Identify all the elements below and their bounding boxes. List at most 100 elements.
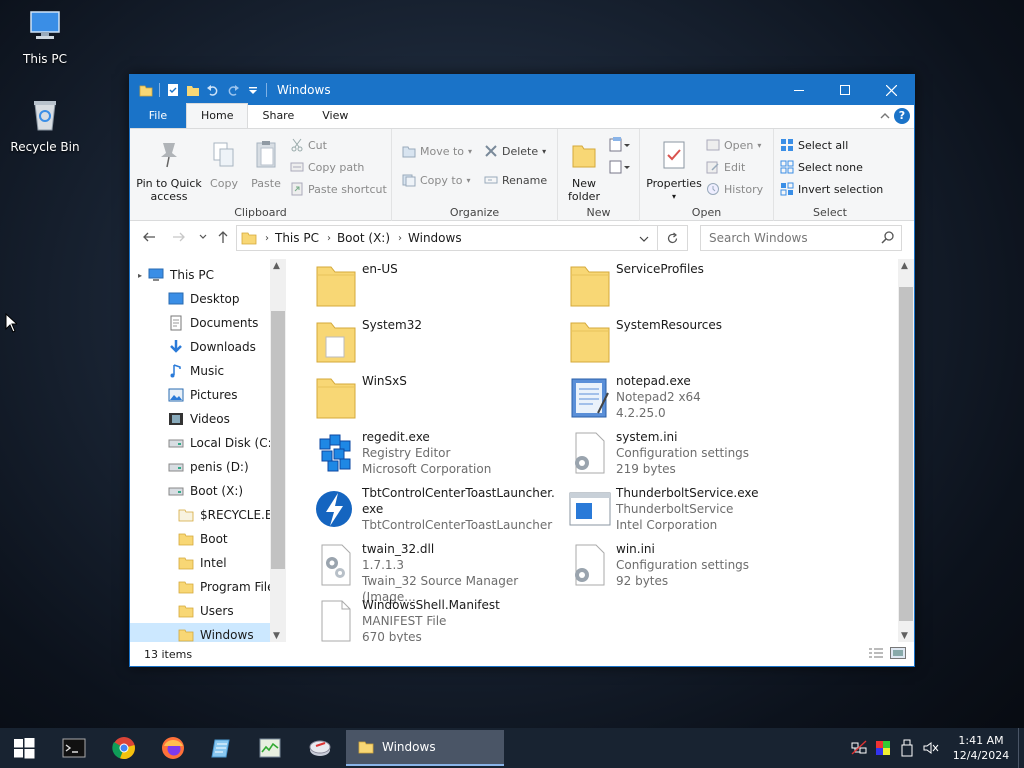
chrome-icon[interactable] [112, 736, 136, 760]
copy-path-button[interactable]: Copy path [290, 157, 364, 177]
nav-item-videos[interactable]: Videos [168, 407, 230, 431]
close-button[interactable] [868, 75, 914, 105]
nav-item-program-files[interactable]: Program Files [178, 575, 281, 599]
address-bar[interactable]: › This PC › Boot (X:) › Windows [236, 225, 658, 251]
nav-item-local-disk-c[interactable]: Local Disk (C:) [168, 431, 276, 455]
nav-item-intel[interactable]: Intel [178, 551, 227, 575]
maximize-button[interactable] [822, 75, 868, 105]
copy-button[interactable]: Copy [204, 139, 244, 190]
copy-to-button[interactable]: Copy to ▾ [402, 170, 470, 190]
invert-selection-button[interactable]: Invert selection [780, 179, 883, 199]
breadcrumb-separator-icon[interactable]: › [265, 233, 269, 244]
file-list-scroll-thumb[interactable] [899, 287, 913, 621]
expand-ribbon-icon[interactable] [880, 109, 890, 123]
paste-shortcut-button[interactable]: Paste shortcut [290, 179, 387, 199]
file-item[interactable]: WindowsShell.Manifest MANIFEST File 670 … [314, 597, 574, 643]
easy-access-icon[interactable] [608, 159, 630, 175]
large-icons-view-icon[interactable] [890, 647, 906, 659]
forward-arrow-icon[interactable] [172, 230, 186, 244]
color-display-icon[interactable] [874, 739, 892, 757]
paste-button[interactable]: Paste [246, 139, 286, 190]
file-list-scrollbar[interactable]: ▲ ▼ [898, 259, 914, 643]
clock[interactable]: 1:41 AM 12/4/2024 [944, 733, 1018, 763]
task-manager-icon[interactable] [258, 736, 282, 760]
refresh-button[interactable] [658, 225, 688, 251]
breadcrumb-boot-drive[interactable]: Boot (X:) [337, 231, 390, 245]
scroll-up-icon[interactable]: ▲ [901, 261, 908, 271]
back-arrow-icon[interactable] [142, 230, 156, 244]
desktop-this-pc[interactable]: This PC [9, 6, 81, 66]
up-arrow-icon[interactable] [216, 230, 230, 244]
new-folder-button[interactable]: New folder [564, 139, 604, 203]
desktop-recycle-bin[interactable]: Recycle Bin [9, 94, 81, 154]
file-item[interactable]: en-US [314, 261, 574, 317]
file-item[interactable]: twain_32.dll 1.7.1.3 Twain_32 Source Man… [314, 541, 574, 604]
address-dropdown-icon[interactable] [639, 234, 649, 244]
cut-button[interactable]: Cut [290, 135, 327, 155]
nav-item-users[interactable]: Users [178, 599, 234, 623]
terminal-icon[interactable] [62, 736, 86, 760]
tab-home[interactable]: Home [186, 103, 249, 128]
breadcrumb-this-pc[interactable]: This PC [275, 231, 319, 245]
nav-item-downloads[interactable]: Downloads [168, 335, 256, 359]
firefox-icon[interactable] [161, 736, 185, 760]
search-box[interactable]: Search Windows [700, 225, 902, 251]
tab-view[interactable]: View [308, 104, 362, 128]
nav-item-windows[interactable]: Windows [130, 623, 270, 643]
nav-item-this-pc[interactable]: ▸ This PC [138, 263, 270, 287]
nav-pane-scrollbar[interactable]: ▲ ▼ [270, 259, 286, 643]
file-item[interactable]: system.ini Configuration settings 219 by… [568, 429, 828, 485]
title-bar[interactable]: Windows [130, 75, 914, 105]
nav-item-boot-x[interactable]: Boot (X:) [168, 479, 243, 503]
select-all-button[interactable]: Select all [780, 135, 848, 155]
file-item[interactable]: notepad.exe Notepad2 x64 4.2.25.0 [568, 373, 828, 429]
history-button[interactable]: History [706, 179, 763, 199]
file-item[interactable]: ThunderboltService.exe ThunderboltServic… [568, 485, 828, 541]
start-windows-icon[interactable] [12, 736, 36, 760]
nav-item-desktop[interactable]: Desktop [168, 287, 240, 311]
minimize-button[interactable] [776, 75, 822, 105]
properties-button[interactable]: Properties ▾ [644, 139, 704, 203]
disk-tool-icon[interactable] [308, 736, 332, 760]
breadcrumb-windows[interactable]: Windows [408, 231, 462, 245]
taskbar-explorer-button[interactable]: Windows [346, 730, 504, 766]
move-to-button[interactable]: Move to ▾ [402, 141, 472, 161]
new-item-icon[interactable] [608, 137, 630, 153]
select-none-button[interactable]: Select none [780, 157, 863, 177]
scroll-up-icon[interactable]: ▲ [273, 261, 280, 271]
network-icon[interactable] [850, 739, 868, 757]
undo-icon[interactable] [206, 83, 220, 97]
tab-share[interactable]: Share [248, 104, 308, 128]
redo-icon[interactable] [226, 83, 240, 97]
nav-item-pictures[interactable]: Pictures [168, 383, 238, 407]
breadcrumb-separator-icon[interactable]: › [398, 233, 402, 244]
nav-item-music[interactable]: Music [168, 359, 224, 383]
show-desktop-button[interactable] [1018, 728, 1024, 768]
scroll-down-icon[interactable]: ▼ [901, 631, 908, 641]
nav-item-drive-d[interactable]: penis (D:) [168, 455, 249, 479]
volume-muted-icon[interactable] [922, 739, 940, 757]
file-item[interactable]: win.ini Configuration settings 92 bytes [568, 541, 828, 597]
breadcrumb-separator-icon[interactable]: › [327, 233, 331, 244]
file-item[interactable]: System32 [314, 317, 574, 373]
file-item[interactable]: SystemResources [568, 317, 828, 373]
file-item[interactable]: WinSxS [314, 373, 574, 429]
nav-pane-scroll-thumb[interactable] [271, 311, 285, 569]
customize-toolbar-icon[interactable] [246, 83, 260, 97]
file-item[interactable]: TbtControlCenterToastLauncher.exe TbtCon… [314, 485, 564, 541]
nav-item-documents[interactable]: Documents [168, 311, 258, 335]
file-item[interactable]: ServiceProfiles [568, 261, 828, 317]
delete-button[interactable]: Delete ▾ [484, 141, 546, 161]
tab-file[interactable]: File [130, 104, 186, 128]
nav-item-boot-folder[interactable]: Boot [178, 527, 228, 551]
open-button[interactable]: Open ▾ [706, 135, 761, 155]
usb-drive-icon[interactable] [898, 739, 916, 757]
new-folder-icon[interactable] [186, 83, 200, 97]
details-view-icon[interactable] [868, 647, 884, 659]
scroll-down-icon[interactable]: ▼ [273, 631, 280, 641]
pin-to-quick-access-button[interactable]: Pin to Quick access [136, 139, 202, 203]
rename-button[interactable]: Rename [484, 170, 547, 190]
file-item[interactable]: regedit.exe Registry Editor Microsoft Co… [314, 429, 574, 485]
help-icon[interactable]: ? [894, 108, 910, 124]
edit-button[interactable]: Edit [706, 157, 745, 177]
